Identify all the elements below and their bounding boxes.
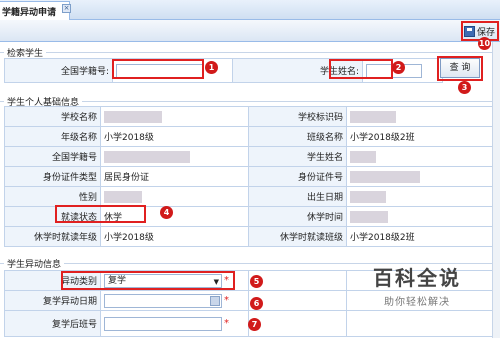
calendar-icon[interactable]	[210, 295, 220, 306]
table-row: 学校名称 学校标识码	[4, 106, 493, 127]
tab-bar: 学籍异动申请 ×	[0, 0, 500, 20]
watermark-subtitle: 助你轻松解决	[384, 297, 450, 308]
label-gender: 性别	[4, 186, 101, 207]
class-after-label: 复学后班号	[4, 310, 101, 337]
national-id-input[interactable]	[116, 63, 204, 78]
required-mark: *	[224, 275, 229, 286]
school-name-value	[104, 110, 162, 123]
change-section-title: 学生异动信息	[4, 257, 65, 270]
table-row: 性别 出生日期	[4, 186, 493, 207]
school-code-value	[350, 110, 396, 123]
search-table: 全国学籍号: 学生姓名:	[4, 58, 443, 83]
marker-2: 2	[392, 61, 405, 74]
marker-6: 6	[250, 297, 263, 310]
table-row: 全国学籍号 学生姓名	[4, 146, 493, 167]
suspension-class-value: 小学2018级2班	[346, 226, 493, 247]
required-mark: *	[224, 295, 229, 306]
change-type-label: 异动类别	[4, 270, 101, 291]
gender-value	[104, 190, 142, 203]
label-suspension-class: 休学时就读班级	[248, 226, 347, 247]
label-student-name: 学生姓名	[248, 146, 347, 167]
chevron-down-icon: ▼	[213, 277, 219, 286]
class-name-value: 小学2018级2班	[346, 126, 493, 147]
label-id-number: 身份证件号	[248, 166, 347, 187]
marker-5: 5	[250, 275, 263, 288]
label-class-name: 班级名称	[248, 126, 347, 147]
marker-1: 1	[205, 61, 218, 74]
marker-4: 4	[160, 206, 173, 219]
birth-date-value	[350, 190, 386, 203]
national-id-label: 全国学籍号:	[4, 58, 113, 83]
tab-student-change-request[interactable]: 学籍异动申请	[0, 1, 70, 20]
watermark: 百科全说 助你轻松解决	[342, 262, 492, 308]
label-school-code: 学校标识码	[248, 106, 347, 127]
label-birth-date: 出生日期	[248, 186, 347, 207]
table-row: 休学时就读年级 小学2018级 休学时就读班级 小学2018级2班	[4, 226, 493, 247]
label-id-type: 身份证件类型	[4, 166, 101, 187]
id-number-value	[350, 170, 420, 183]
vertical-scrollbar[interactable]	[492, 42, 500, 338]
national-id-value	[104, 150, 190, 163]
table-row: 年级名称 小学2018级 班级名称 小学2018级2班	[4, 126, 493, 147]
required-mark: *	[224, 318, 229, 329]
student-name-label: 学生姓名:	[232, 58, 363, 83]
save-label: 保存	[477, 27, 496, 38]
change-type-value: 复学	[108, 275, 127, 286]
study-status-value: 休学	[100, 206, 249, 227]
change-type-select[interactable]: 复学 ▼	[104, 273, 222, 288]
change-date-input[interactable]	[104, 293, 222, 308]
marker-10: 10	[478, 37, 491, 50]
table-row: 就读状态 休学 休学时间	[4, 206, 493, 227]
grade-name-value: 小学2018级	[100, 126, 249, 147]
tab-title: 学籍异动申请	[2, 8, 57, 18]
class-after-input[interactable]	[104, 316, 222, 331]
label-national-id: 全国学籍号	[4, 146, 101, 167]
label-school-name: 学校名称	[4, 106, 101, 127]
suspension-time-value	[350, 210, 388, 223]
student-name-value	[350, 150, 376, 163]
watermark-title: 百科全说	[373, 266, 461, 290]
save-icon	[464, 25, 475, 37]
tab-close-icon[interactable]: ×	[62, 4, 71, 13]
search-button[interactable]: 查 询	[440, 58, 480, 78]
table-row: 身份证件类型 居民身份证 身份证件号	[4, 166, 493, 187]
label-grade-name: 年级名称	[4, 126, 101, 147]
label-suspension-time: 休学时间	[248, 206, 347, 227]
change-date-label: 复学异动日期	[4, 290, 101, 311]
id-type-value: 居民身份证	[100, 166, 249, 187]
marker-7: 7	[248, 318, 261, 331]
label-suspension-grade: 休学时就读年级	[4, 226, 101, 247]
basic-info-table: 学校名称 学校标识码 年级名称 小学2018级 班级名称 小学2018级2班 全…	[4, 106, 493, 247]
marker-3: 3	[458, 81, 471, 94]
search-fieldset-border	[0, 52, 492, 53]
suspension-grade-value: 小学2018级	[100, 226, 249, 247]
label-study-status: 就读状态	[4, 206, 101, 227]
toolbar: 保存	[0, 20, 500, 42]
